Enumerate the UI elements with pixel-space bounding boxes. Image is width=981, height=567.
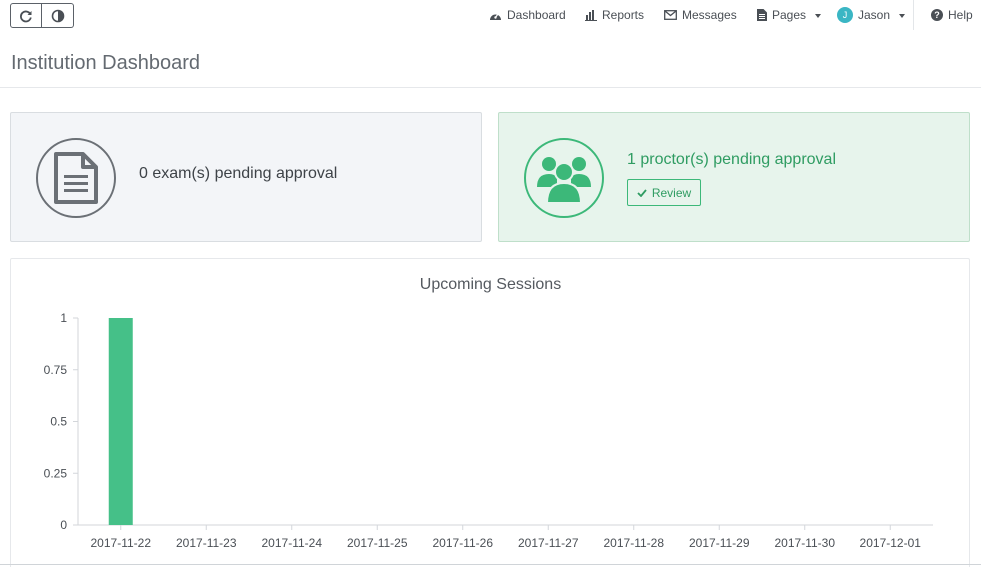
x-tick-label: 2017-11-26 [433,536,494,550]
exams-icon-circle [36,138,116,218]
question-circle-icon: ? [931,9,943,21]
review-button-label: Review [651,185,692,200]
toolbar-button-group [10,3,74,28]
chart-title: Upcoming Sessions [419,276,562,293]
contrast-icon [51,9,64,22]
x-tick-label: 2017-11-25 [347,536,408,550]
x-tick-label: 2017-11-28 [604,536,665,550]
proctors-icon-circle [524,138,604,218]
proctors-pending-text: 1 proctor(s) pending approval [627,151,837,168]
title-divider [0,87,981,88]
dashboard-icon [490,13,501,20]
document-icon [54,152,98,204]
file-icon [757,9,767,21]
upcoming-sessions-chart: 0 0.25 0.5 0.75 1 2017-11-22 2017-11-23 2017-11… [44,311,933,550]
bar [108,318,133,525]
y-tick-label: 1 [60,311,67,325]
x-tick-label: 2017-11-24 [262,536,323,550]
y-tick-label: 0.75 [44,363,68,377]
review-button[interactable]: Review [627,179,701,206]
nav-dashboard-label: Dashboard [507,8,566,22]
y-tick-label: 0.5 [50,415,67,429]
proctors-pending-card: 1 proctor(s) pending approval Review [498,112,970,242]
nav-help[interactable]: ? Help [931,0,973,30]
check-icon [637,188,647,197]
nav-dashboard[interactable]: Dashboard [489,0,566,30]
y-tick-label: 0.25 [44,466,68,480]
bar-chart-icon [585,9,597,21]
exams-pending-card: 0 exam(s) pending approval [10,112,482,242]
x-tick-label: 2017-11-30 [775,536,836,550]
exams-pending-text: 0 exam(s) pending approval [139,165,338,182]
chevron-down-icon [899,14,906,18]
x-tick-label: 2017-12-01 [860,536,922,550]
x-tick-label: 2017-11-27 [518,536,579,550]
top-navbar: Dashboard Reports Messages Pages J Jason… [0,0,981,30]
contrast-button[interactable] [42,3,74,28]
x-tick-label: 2017-11-29 [689,536,750,550]
y-tick-label: 0 [60,518,67,532]
nav-messages[interactable]: Messages [664,0,737,30]
avatar: J [837,7,853,23]
nav-pages-dropdown[interactable]: Pages [757,0,822,30]
nav-messages-label: Messages [682,8,737,22]
chevron-down-icon [815,14,822,18]
nav-user-dropdown[interactable]: J Jason [837,0,906,30]
envelope-icon [664,10,677,20]
nav-divider [913,0,914,30]
refresh-icon [20,10,32,22]
nav-help-label: Help [948,8,973,22]
x-tick-label: 2017-11-22 [91,536,152,550]
x-tick-label: 2017-11-23 [176,536,237,550]
refresh-button[interactable] [10,3,42,28]
nav-reports-label: Reports [602,8,645,22]
page-title: Institution Dashboard [11,52,201,74]
nav-reports[interactable]: Reports [585,0,644,30]
nav-pages-label: Pages [772,8,807,22]
page-bottom-divider [0,564,981,565]
nav-user-name: Jason [858,8,891,22]
users-icon [537,157,591,203]
svg-text:?: ? [934,10,940,20]
